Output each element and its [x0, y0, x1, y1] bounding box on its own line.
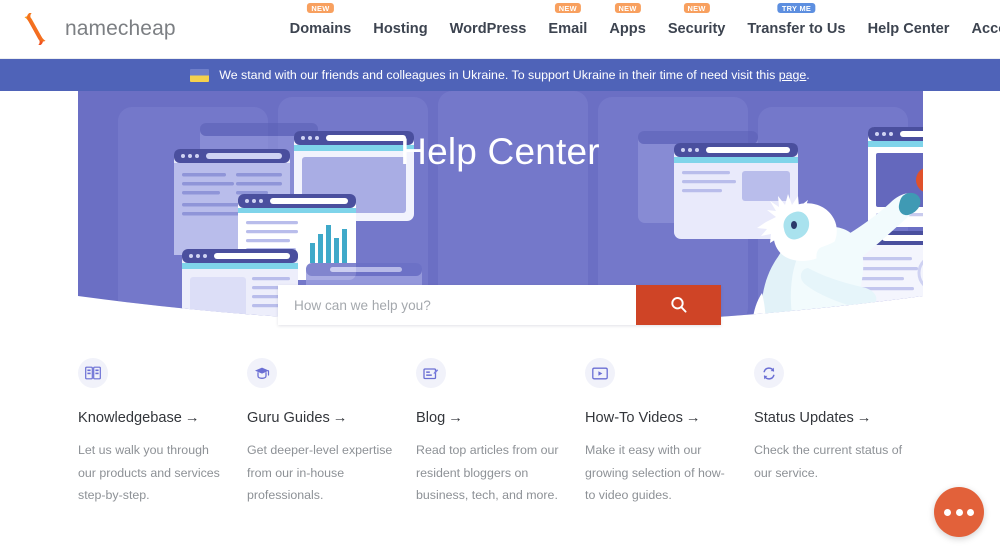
nav-item-account[interactable]: Account: [971, 15, 1000, 43]
nav-label-domains: Domains: [289, 21, 352, 37]
card-title-status-updates[interactable]: Status Updates →: [754, 410, 921, 426]
hero-section: Help Center: [0, 91, 1000, 356]
card-icon-status-updates: [754, 358, 784, 388]
brand-logo[interactable]: namecheap: [14, 13, 176, 45]
nav-badge-domains: NEW: [307, 3, 334, 13]
card-title-knowledgebase[interactable]: Knowledgebase →: [78, 410, 245, 426]
banner-text: We stand with our friends and colleagues…: [219, 68, 810, 82]
search-submit-button[interactable]: [636, 285, 721, 325]
chat-dot-2: [955, 508, 963, 516]
card-desc-blog: Read top articles from our resident blog…: [416, 443, 559, 503]
card-title-text-blog: Blog: [416, 410, 446, 426]
card-arrow-blog: →: [448, 410, 463, 426]
card-desc-how-to-videos: Make it easy with our growing selection …: [585, 443, 725, 503]
card-how-to-videos: How-To Videos → Make it easy with our gro…: [585, 358, 752, 507]
chat-widget-button[interactable]: [934, 487, 984, 537]
search-input[interactable]: [278, 285, 636, 325]
card-arrow-how-to-videos: →: [685, 410, 701, 426]
resource-cards: Knowledgebase → Let us walk you through o…: [0, 358, 1000, 507]
nav-label-wordpress: WordPress: [449, 21, 527, 37]
chat-dot-1: [944, 508, 952, 516]
card-desc-guru-guides: Get deeper-level expertise from our in-h…: [247, 443, 393, 503]
card-icon-guru-guides: [247, 358, 277, 388]
card-desc-status-updates: Check the current status of our service.: [754, 443, 903, 480]
nav-label-account: Account: [971, 21, 1000, 37]
nav-item-domains[interactable]: NEW Domains: [289, 3, 352, 43]
nav-item-email[interactable]: NEW Email: [548, 3, 588, 43]
nav-label-help-center: Help Center: [867, 21, 950, 37]
nav-label-hosting: Hosting: [373, 21, 428, 37]
brand-name: namecheap: [65, 17, 176, 40]
nav-item-hosting[interactable]: Hosting: [373, 15, 427, 43]
card-icon-blog: [416, 358, 446, 388]
nav-item-security[interactable]: NEW Security: [667, 3, 726, 43]
nav-badge-apps: NEW: [614, 3, 641, 13]
page-title: Help Center: [400, 131, 600, 172]
chat-dot-3: [966, 508, 974, 516]
refresh-icon: [763, 366, 775, 380]
card-guru-guides: Guru Guides → Get deeper-level expertise …: [247, 358, 414, 507]
card-icon-knowledgebase: [78, 358, 108, 388]
card-title-text-how-to-videos: How-To Videos: [585, 410, 683, 426]
card-icon-how-to-videos: [585, 358, 615, 388]
card-arrow-knowledgebase: →: [184, 410, 200, 426]
ukraine-support-banner: We stand with our friends and colleagues…: [0, 59, 1000, 91]
nav-badge-email: NEW: [554, 3, 581, 13]
card-arrow-guru-guides: →: [332, 410, 348, 426]
nav-item-wordpress[interactable]: WordPress: [450, 15, 527, 43]
book-icon: [85, 366, 101, 380]
nav-badge-security: NEW: [683, 3, 710, 13]
banner-page-link[interactable]: page: [779, 68, 807, 82]
ukraine-flag-icon: [190, 68, 210, 82]
nav-label-security: Security: [667, 21, 726, 37]
site-header: namecheap NEW Domains Hosting WordPress …: [0, 0, 1000, 59]
card-title-text-knowledgebase: Knowledgebase: [78, 410, 182, 426]
card-desc-knowledgebase: Let us walk you through our products and…: [78, 443, 220, 503]
card-status-updates: Status Updates → Check the current status…: [754, 358, 921, 507]
play-video-icon: [592, 367, 608, 379]
card-blog: Blog → Read top articles from our residen…: [416, 358, 583, 507]
nav-badge-transfer: TRY ME: [777, 3, 816, 13]
nav-item-help-center[interactable]: Help Center: [868, 15, 950, 43]
card-title-guru-guides[interactable]: Guru Guides →: [247, 410, 414, 426]
nav-label-transfer: Transfer to Us: [747, 21, 846, 37]
card-title-blog[interactable]: Blog →: [416, 410, 583, 426]
nav-item-transfer-to-us[interactable]: TRY ME Transfer to Us: [747, 3, 846, 43]
card-knowledgebase: Knowledgebase → Let us walk you through o…: [78, 358, 245, 507]
card-title-text-status-updates: Status Updates: [754, 410, 854, 426]
card-arrow-status-updates: →: [856, 410, 872, 426]
help-search-bar: [278, 285, 721, 325]
banner-text-after: .: [806, 68, 810, 82]
graduation-cap-icon: [255, 367, 270, 379]
nav-label-email: Email: [548, 21, 588, 37]
nav-label-apps: Apps: [609, 21, 646, 37]
pencil-edit-icon: [423, 367, 439, 379]
card-title-text-guru-guides: Guru Guides: [247, 410, 330, 426]
main-nav: NEW Domains Hosting WordPress NEW Email …: [289, 3, 1000, 43]
search-icon: [670, 297, 687, 313]
nav-item-apps[interactable]: NEW Apps: [609, 3, 646, 43]
card-title-how-to-videos[interactable]: How-To Videos →: [585, 410, 752, 426]
banner-text-before: We stand with our friends and colleagues…: [219, 68, 779, 82]
namecheap-logo-icon: [24, 13, 46, 45]
